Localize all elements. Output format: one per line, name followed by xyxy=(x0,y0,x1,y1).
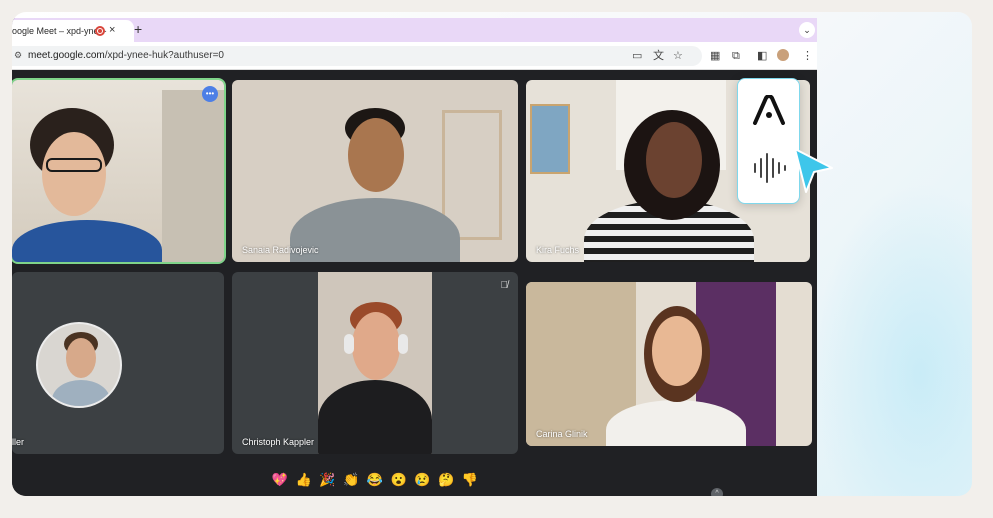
extension-a-icon[interactable]: ▦ xyxy=(710,47,720,65)
background-glow xyxy=(812,182,972,496)
participant-face xyxy=(42,132,106,216)
participant-face xyxy=(646,122,702,198)
reaction-party[interactable]: 🎉 xyxy=(318,470,338,490)
participant-name: Kira Fuchs xyxy=(536,245,580,255)
reaction-clap[interactable]: 👏 xyxy=(341,470,361,490)
reaction-surprised[interactable]: 😮 xyxy=(389,470,409,490)
video-feed xyxy=(318,272,432,454)
a-logo-icon[interactable] xyxy=(752,95,786,125)
reaction-heart[interactable]: 💖 xyxy=(270,470,290,490)
reaction-thinking[interactable]: 🤔 xyxy=(436,470,456,490)
participant-name: Carina Glinik xyxy=(536,429,588,439)
participant-body xyxy=(318,380,432,454)
reaction-thumbs-down[interactable]: 👎 xyxy=(460,470,480,490)
video-shelf xyxy=(162,90,224,262)
promo-card: oogle Meet – xpd-ynee- × + ⌄ ⚙ meet.goog… xyxy=(12,12,972,496)
recording-icon xyxy=(95,26,105,36)
participant-name: Sanaia Radivojevic xyxy=(242,245,319,255)
new-tab-button[interactable]: + xyxy=(134,21,142,37)
browser-window: oogle Meet – xpd-ynee- × + ⌄ ⚙ meet.goog… xyxy=(12,18,817,496)
browser-toolbar: ⚙ meet.google.com/xpd-ynee-huk?authuser=… xyxy=(12,42,817,70)
star-icon[interactable]: ☆ xyxy=(673,47,683,65)
tab-strip: oogle Meet – xpd-ynee- × + ⌄ xyxy=(12,18,817,42)
participant-tile[interactable]: Sanaia Radivojevic xyxy=(232,80,518,262)
tab-search-button[interactable]: ⌄ xyxy=(799,22,815,38)
participant-tile[interactable]: Carina Glinik xyxy=(526,282,812,446)
participant-name: ller xyxy=(12,437,25,447)
reaction-sad[interactable]: 😢 xyxy=(413,470,433,490)
site-settings-icon[interactable]: ⚙ xyxy=(14,50,24,62)
participant-tile[interactable]: 🎙̸ Christoph Kappler xyxy=(232,272,518,454)
address-bar[interactable]: ⚙ meet.google.com/xpd-ynee-huk?authuser=… xyxy=(12,46,702,66)
puzzle-icon[interactable]: ⧉ xyxy=(732,47,740,65)
extension-panel xyxy=(737,78,800,204)
participant-face xyxy=(348,118,404,192)
profile-avatar[interactable] xyxy=(777,49,789,61)
pointer-cursor-icon xyxy=(794,148,833,193)
wall-art xyxy=(530,104,570,174)
speaking-indicator-icon: ••• xyxy=(202,86,218,102)
participant-tile[interactable]: ••• xyxy=(12,78,226,264)
waveform-icon[interactable] xyxy=(752,151,786,185)
camera-icon[interactable]: ▭ xyxy=(632,47,642,65)
participant-avatar xyxy=(36,322,122,408)
translate-icon[interactable]: 文 xyxy=(653,47,664,65)
participant-body xyxy=(52,380,110,406)
mic-off-icon: 🎙̸ xyxy=(500,280,509,291)
participant-face xyxy=(352,312,400,380)
menu-dots-icon[interactable]: ⋮ xyxy=(802,47,813,65)
participant-tile[interactable]: ller xyxy=(12,272,224,454)
reaction-laugh[interactable]: 😂 xyxy=(365,470,385,490)
tab-title: oogle Meet – xpd-ynee- xyxy=(12,26,107,36)
reaction-thumbs-up[interactable]: 👍 xyxy=(294,470,314,490)
tab-google-meet[interactable]: oogle Meet – xpd-ynee- × xyxy=(12,20,134,42)
sidebar-icon[interactable]: ◧ xyxy=(757,47,767,65)
participant-face xyxy=(652,316,702,386)
participant-name: Christoph Kappler xyxy=(242,437,315,447)
tab-close-button[interactable]: × xyxy=(109,24,115,36)
reactions-bar: 💖 👍 🎉 👏 😂 😮 😢 🤔 👎 xyxy=(266,468,484,492)
glasses xyxy=(46,158,102,172)
url-text[interactable]: meet.google.com/xpd-ynee-huk?authuser=0 xyxy=(28,50,224,61)
meet-grid: ••• Sanaia Radivojevic Kira Fuchs ller 🎙… xyxy=(12,70,817,496)
scroll-up-button[interactable]: ^ xyxy=(711,488,723,496)
participant-face xyxy=(66,338,96,378)
headphones-icon xyxy=(398,334,408,354)
headphones-icon xyxy=(344,334,354,354)
